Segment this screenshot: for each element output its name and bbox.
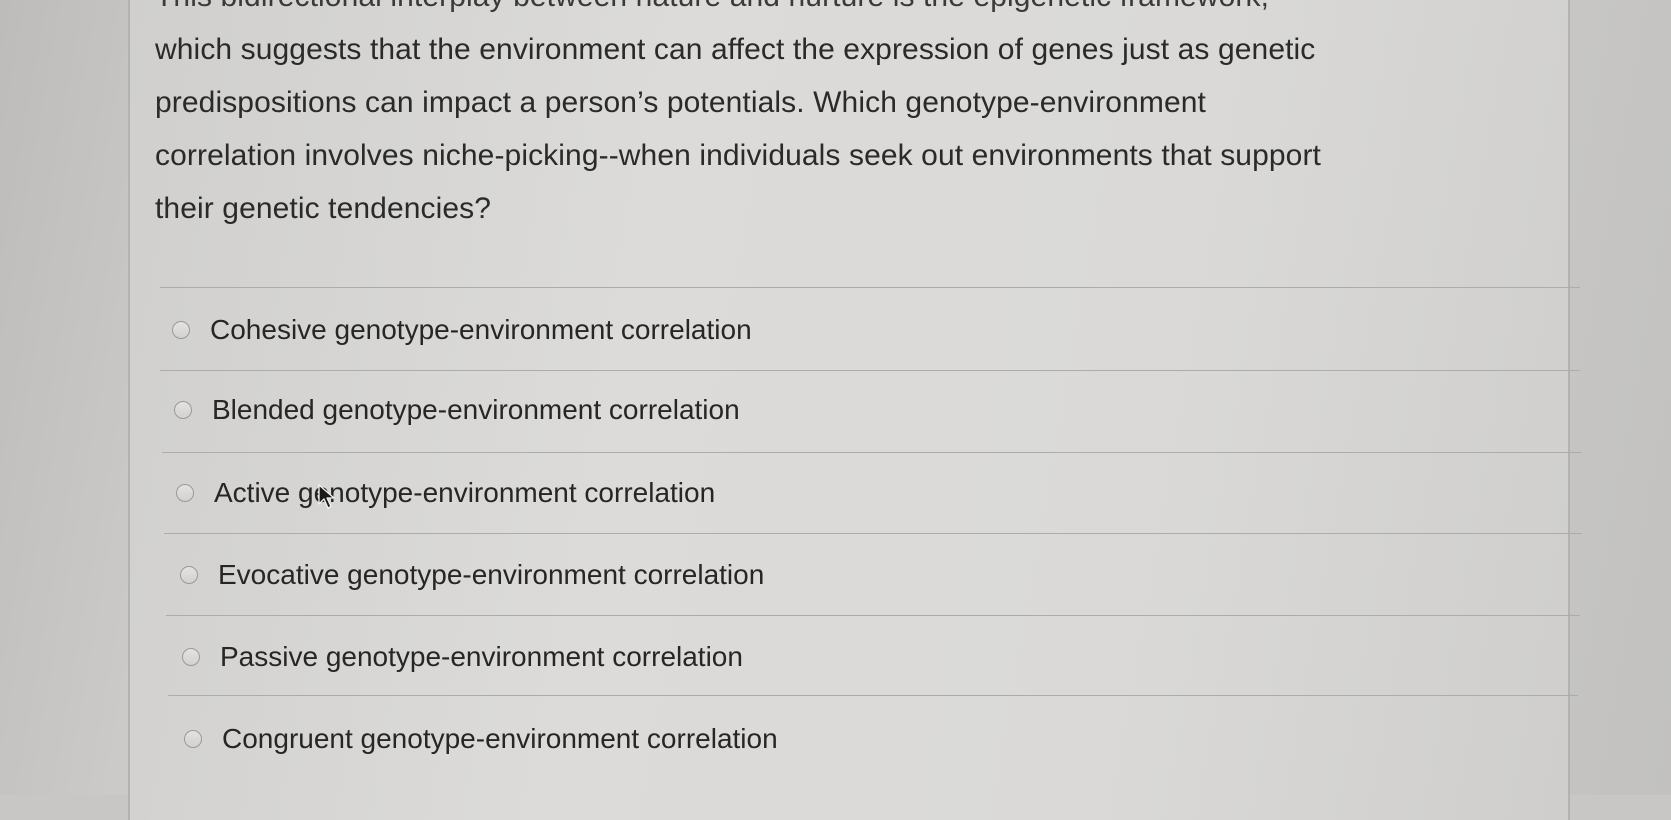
option-divider	[160, 287, 1580, 288]
option-label: Blended genotype-environment correlation	[212, 394, 740, 425]
option-divider	[168, 695, 1578, 696]
answer-option-active[interactable]: Active genotype-environment correlation	[176, 473, 715, 513]
option-label: Active genotype-environment correlation	[214, 477, 716, 508]
answer-option-passive[interactable]: Passive genotype-environment correlation	[182, 637, 743, 677]
question-line: predispositions can impact a person’s po…	[155, 86, 1206, 119]
question-line: This bidirectional interplay between nat…	[155, 0, 1555, 23]
answer-option-blended[interactable]: Blended genotype-environment correlation	[174, 390, 740, 430]
option-divider	[160, 370, 1580, 371]
answer-option-congruent[interactable]: Congruent genotype-environment correlati…	[184, 719, 778, 759]
mouse-pointer-icon	[318, 484, 335, 509]
option-label: Congruent genotype-environment correlati…	[222, 723, 778, 754]
option-label: Passive genotype-environment correlation	[220, 641, 743, 672]
option-label: Cohesive genotype-environment correlatio…	[210, 314, 752, 345]
option-divider	[166, 615, 1580, 616]
question-line: correlation involves niche-picking--when…	[155, 139, 1321, 172]
radio-button[interactable]	[184, 730, 202, 748]
question-line: which suggests that the environment can …	[155, 33, 1316, 66]
option-label: Evocative genotype-environment correlati…	[218, 559, 765, 590]
option-divider	[162, 452, 1582, 453]
radio-button[interactable]	[172, 321, 190, 339]
radio-button[interactable]	[174, 401, 192, 419]
radio-button[interactable]	[182, 648, 200, 666]
answer-option-cohesive[interactable]: Cohesive genotype-environment correlatio…	[172, 310, 752, 350]
option-divider	[164, 533, 1582, 534]
question-text: This bidirectional interplay between nat…	[155, 0, 1555, 235]
answer-option-evocative[interactable]: Evocative genotype-environment correlati…	[180, 555, 764, 595]
radio-button[interactable]	[176, 484, 194, 502]
radio-button[interactable]	[180, 566, 198, 584]
question-line: their genetic tendencies?	[155, 192, 492, 225]
